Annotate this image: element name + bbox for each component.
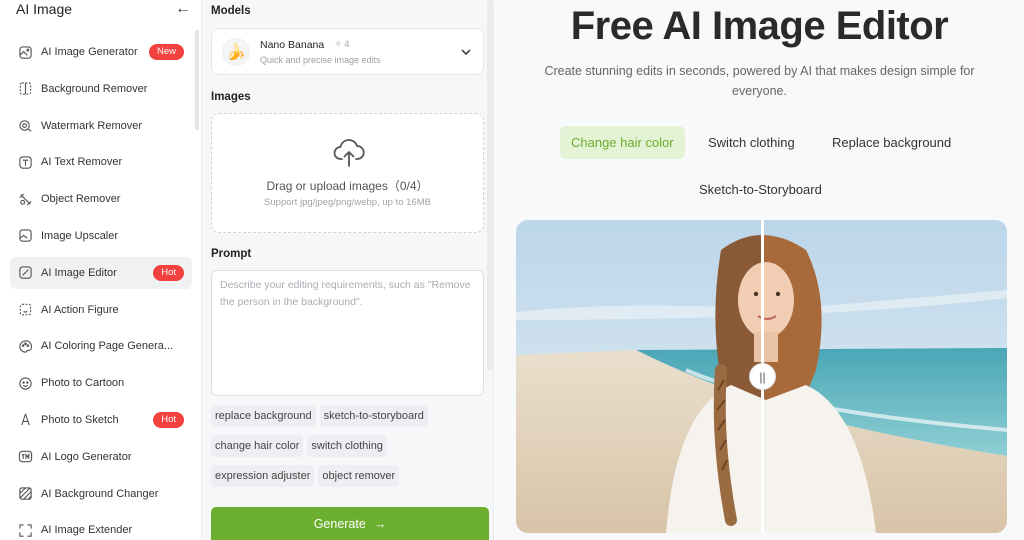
expand-icon [17,522,33,538]
sidebar-item-ai-coloring-page-generator[interactable]: AI Coloring Page Genera... [10,330,192,362]
generate-label: Generate [313,516,366,531]
tab-change-hair-color[interactable]: Change hair color [560,126,685,159]
editor-settings-panel: Models 🍌 Nano Banana ✧ 4 Quick and precis… [202,0,494,540]
background-remover-icon [17,81,33,97]
sidebar-nav: AI Image Generator New Background Remove… [10,36,192,540]
sidebar-item-ai-logo-generator[interactable]: AI Logo Generator [10,441,192,473]
suggestion-chip[interactable]: switch clothing [307,435,387,457]
cartoon-face-icon [17,375,33,391]
images-label: Images [211,91,251,103]
sidebar-item-label: AI Action Figure [41,303,119,316]
tab-switch-clothing[interactable]: Switch clothing [697,126,806,159]
new-badge: New [148,44,184,60]
suggestion-chip[interactable]: expression adjuster [211,465,315,487]
prompt-textarea[interactable] [211,270,484,396]
sidebar-item-label: AI Logo Generator [41,450,132,463]
image-upscaler-icon [17,228,33,244]
suggestion-chip[interactable]: sketch-to-storyboard [319,405,428,427]
sidebar-title: AI Image [16,1,73,17]
page-title: Free AI Image Editor [570,4,949,48]
sidebar-item-ai-text-remover[interactable]: AI Text Remover [10,146,192,178]
models-label: Models [211,5,251,17]
cloud-upload-icon [333,139,365,167]
tab-replace-background[interactable]: Replace background [821,126,962,159]
sidebar-item-photo-to-sketch[interactable]: Photo to Sketch Hot [10,404,192,436]
sidebar-item-ai-background-changer[interactable]: AI Background Changer [10,478,192,510]
prompt-label: Prompt [211,248,252,260]
action-figure-icon [17,302,33,318]
sidebar-scrollbar[interactable] [195,30,199,130]
sidebar-item-label: AI Coloring Page Genera... [41,340,174,353]
upload-hint: Support jpg/jpeg/png/webp, up to 16MB [264,197,431,208]
hot-badge: Hot [153,411,184,428]
model-select[interactable]: 🍌 Nano Banana ✧ 4 Quick and precise image… [211,28,484,75]
suggestion-chip[interactable]: object remover [318,465,400,487]
comparison-slider-handle[interactable]: || [749,363,776,390]
sidebar-item-object-remover[interactable]: Object Remover [10,183,192,215]
generate-button[interactable]: Generate → [211,507,489,540]
sparkle-icon: ✧ [334,39,343,50]
suggestion-chip[interactable]: change hair color [211,435,304,457]
sidebar-item-photo-to-cartoon[interactable]: Photo to Cartoon [10,367,192,399]
credits-value: 4 [344,39,350,50]
sidebar-item-ai-image-extender[interactable]: AI Image Extender [10,514,192,540]
sidebar-item-ai-image-generator[interactable]: AI Image Generator New [10,36,192,68]
sidebar-item-watermark-remover[interactable]: Watermark Remover [10,110,192,142]
before-after-comparison[interactable]: || [516,220,1007,533]
upload-instructions: Drag or upload images（0/4） [266,179,429,193]
sketch-pen-icon [17,412,33,428]
chevron-down-icon [461,48,471,55]
image-upload-dropzone[interactable]: Drag or upload images（0/4） Support jpg/j… [211,113,484,233]
prompt-suggestions: replace background sketch-to-storyboard … [211,405,487,487]
sidebar-item-label: Photo to Cartoon [41,377,125,390]
text-remover-icon [17,154,33,170]
sidebar-item-background-remover[interactable]: Background Remover [10,73,192,105]
arrow-right-icon: → [373,516,387,531]
image-generator-icon [17,44,33,60]
image-editor-icon [17,265,33,281]
sidebar-item-label: Photo to Sketch [41,413,119,426]
sidebar-item-image-upscaler[interactable]: Image Upscaler [10,220,192,252]
sidebar: AI Image ← AI Image Generator New Backgr… [0,0,202,540]
sidebar-item-label: AI Text Remover [41,156,123,169]
sidebar-item-label: Watermark Remover [41,119,143,132]
panel-scrollbar[interactable] [487,0,493,370]
palette-icon [17,338,33,354]
watermark-remover-icon [17,118,33,134]
sidebar-item-ai-action-figure[interactable]: AI Action Figure [10,294,192,326]
sidebar-item-label: Object Remover [41,193,121,206]
model-credits: ✧ 4 [334,39,349,50]
main-content: Free AI Image Editor Create stunning edi… [495,0,1024,540]
page-subtitle: Create stunning edits in seconds, powere… [544,64,975,98]
background-changer-icon [17,486,33,502]
object-remover-icon [17,191,33,207]
sidebar-item-label: Background Remover [41,82,148,95]
sidebar-item-label: AI Image Editor [41,266,117,279]
sidebar-item-ai-image-editor[interactable]: AI Image Editor Hot [10,256,192,289]
sidebar-header: AI Image ← [16,0,192,18]
suggestion-chip[interactable]: replace background [211,405,316,427]
sidebar-item-label: AI Image Generator [41,46,138,58]
model-name: Nano Banana [260,38,325,51]
sidebar-item-label: AI Image Extender [41,524,133,537]
arrow-left-icon[interactable]: ← [174,0,192,18]
model-description: Quick and precise image edits [260,54,381,65]
banana-icon: 🍌 [222,37,250,66]
hot-badge: Hot [153,264,184,281]
sidebar-item-label: AI Background Changer [41,487,159,500]
tm-logo-icon [17,449,33,465]
sidebar-item-label: Image Upscaler [41,229,119,242]
tab-sketch-to-storyboard[interactable]: Sketch-to-Storyboard [688,173,833,206]
